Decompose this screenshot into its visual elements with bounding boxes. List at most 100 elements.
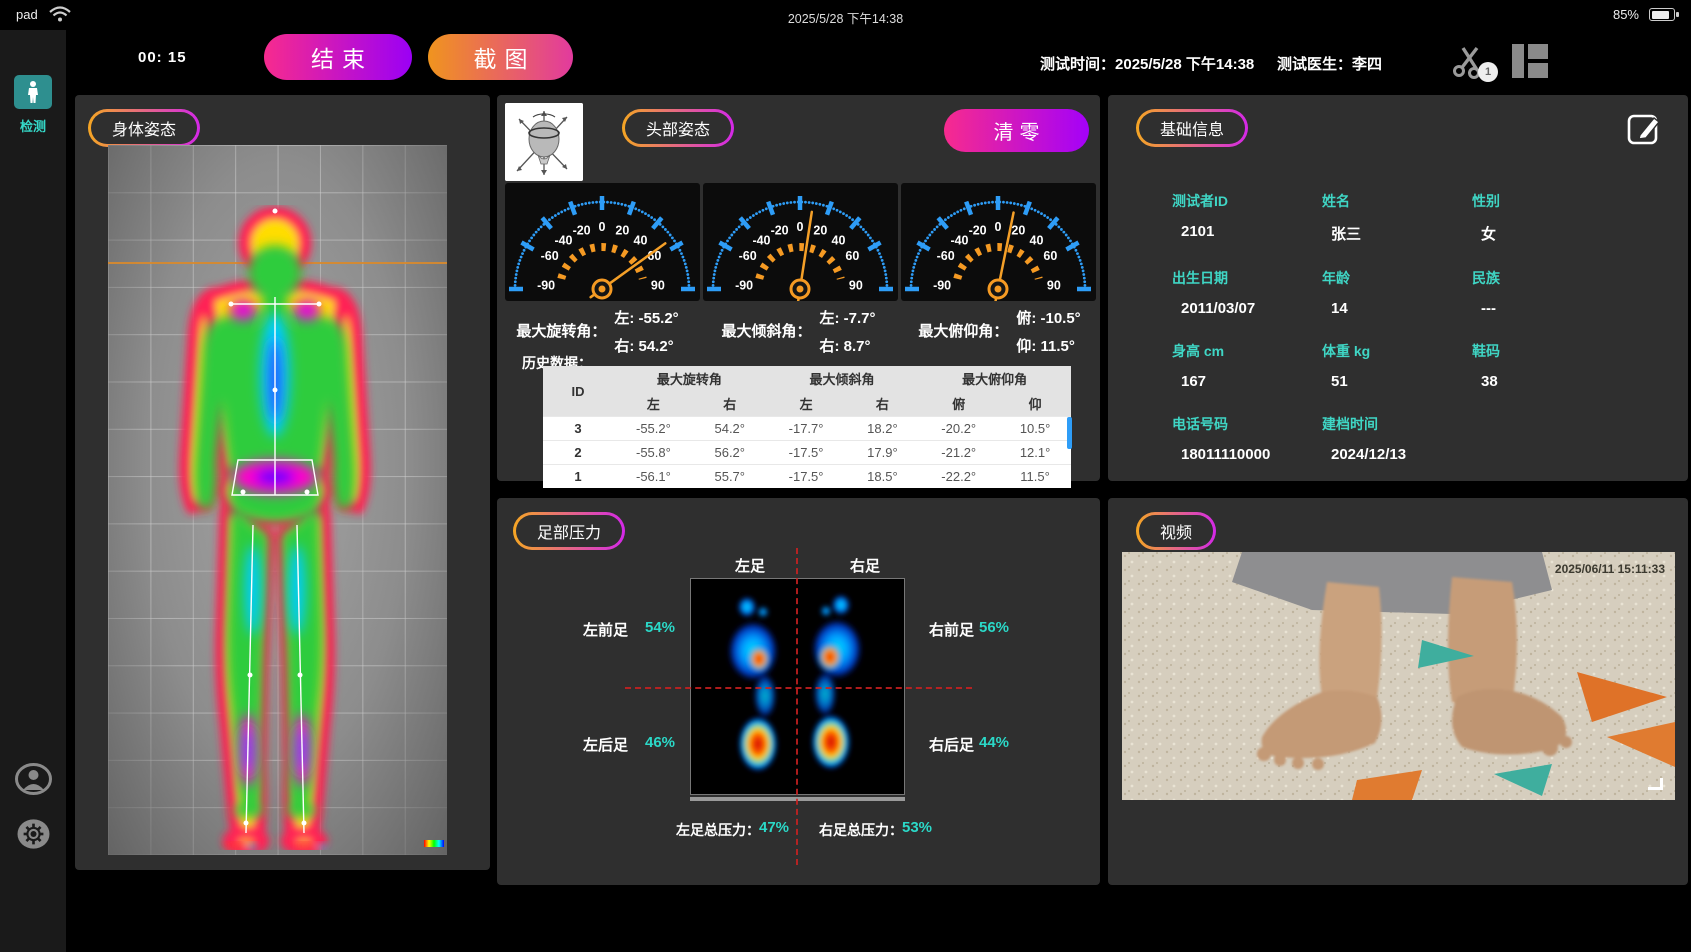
field-gender: 性别女 (1472, 191, 1632, 244)
table-row: 3 -55.2° 54.2° -17.7° 18.2° -20.2° 10.5° (543, 417, 1071, 441)
end-button[interactable]: 结束 (264, 34, 412, 80)
battery-icon (1649, 8, 1675, 21)
video-panel: 视频 (1108, 498, 1688, 885)
history-table: ID 最大旋转角 最大倾斜角 最大俯仰角 左 右 左 右 俯 仰 3 -55.2 (543, 366, 1071, 488)
subcol: 右 (694, 391, 766, 417)
video-frame: 2025/06/11 15:11:33 (1122, 552, 1675, 800)
svg-text:40: 40 (634, 233, 648, 247)
body-heatmap-view (108, 145, 447, 855)
head-posture-title-pill: 头部姿态 (622, 109, 734, 147)
field-tester-id: 测试者ID2101 (1172, 191, 1322, 244)
rotation-right-value: 右: 54.2° (614, 335, 678, 356)
doctor-label: 测试医生： (1277, 56, 1352, 73)
reset-button[interactable]: 清零 (944, 109, 1089, 152)
table-scrollbar[interactable] (1067, 417, 1072, 449)
svg-text:90: 90 (1047, 278, 1061, 292)
svg-text:-20: -20 (969, 223, 987, 237)
tilt-stat: 最大倾斜角： 左: -7.7° 右: 8.7° (698, 307, 899, 356)
pitch-stat: 最大俯仰角： 俯: -10.5° 仰: 11.5° (899, 307, 1100, 356)
subcol: 左 (766, 391, 847, 417)
foot-pressure-title: 足部压力 (516, 515, 622, 547)
subcol: 右 (846, 391, 918, 417)
col-group-rotation: 最大旋转角 (613, 366, 766, 391)
svg-text:-40: -40 (752, 233, 770, 247)
svg-text:40: 40 (832, 233, 846, 247)
left-rearfoot-value: 46% (645, 734, 675, 751)
subcol: 仰 (999, 391, 1071, 417)
table-row: 2 -55.8° 56.2° -17.5° 17.9° -21.2° 12.1° (543, 441, 1071, 465)
field-ethnicity: 民族--- (1472, 268, 1632, 317)
layout-switch-button[interactable] (1512, 44, 1548, 78)
foot-pressure-panel: 足部压力 左足 右足 (497, 498, 1100, 885)
rotation-stat-label: 最大旋转角： (516, 320, 606, 356)
fullscreen-corner-icon[interactable] (1648, 778, 1663, 790)
test-time-label: 测试时间： (1040, 56, 1115, 73)
settings-gear-icon[interactable] (15, 818, 52, 850)
person-icon (25, 80, 41, 104)
battery-percent: 85% (1613, 7, 1639, 22)
screenshot-button[interactable]: 截图 (428, 34, 573, 80)
doctor-value: 李四 (1352, 56, 1382, 73)
right-rearfoot-value: 44% (979, 734, 1009, 751)
pitch-gauge: -90-60-40-20020406090 (901, 183, 1096, 301)
field-height: 身高 cm167 (1172, 341, 1322, 390)
svg-text:-60: -60 (937, 249, 955, 263)
video-title-pill: 视频 (1136, 512, 1216, 550)
left-foot-label: 左足 (735, 555, 765, 576)
right-forefoot-label: 右前足 (929, 619, 974, 640)
video-still-image (1122, 552, 1675, 800)
right-foot-label: 右足 (850, 555, 880, 576)
right-forefoot-value: 56% (979, 619, 1009, 636)
left-forefoot-label: 左前足 (583, 619, 628, 640)
app-root: pad 2025/5/28 下午14:38 85% 检测 (0, 0, 1691, 952)
left-total-value: 47% (759, 819, 789, 836)
field-shoe-size: 鞋码38 (1472, 341, 1632, 390)
body-posture-panel: 身体姿态 (75, 95, 490, 870)
pitch-down-value: 俯: -10.5° (1016, 307, 1080, 328)
head-stats-row: 最大旋转角： 左: -55.2° 右: 54.2° 最大倾斜角： 左: -7.7… (497, 307, 1100, 356)
head-posture-title: 头部姿态 (625, 112, 731, 144)
left-forefoot-value: 54% (645, 619, 675, 636)
pitch-up-value: 仰: 11.5° (1016, 335, 1080, 356)
field-birthdate: 出生日期2011/03/07 (1172, 268, 1322, 317)
body-posture-title-pill: 身体姿态 (88, 109, 200, 147)
svg-text:-40: -40 (950, 233, 968, 247)
col-id: ID (543, 366, 613, 417)
svg-text:60: 60 (845, 249, 859, 263)
svg-text:-90: -90 (735, 278, 753, 292)
status-time: 2025/5/28 下午14:38 (0, 8, 1691, 27)
basic-info-title-pill: 基础信息 (1136, 109, 1248, 147)
svg-text:-40: -40 (554, 233, 572, 247)
basic-info-panel: 基础信息 测试者ID2101 姓名张三 性别女 出生日期2011/03/07 年… (1108, 95, 1688, 481)
edit-icon[interactable] (1626, 110, 1662, 146)
field-phone: 电话号码18011110000 (1172, 414, 1322, 463)
basic-info-grid: 测试者ID2101 姓名张三 性别女 出生日期2011/03/07 年龄14 民… (1172, 191, 1652, 463)
sidebar-item-detect-label: 检测 (0, 116, 66, 135)
tilt-stat-label: 最大倾斜角： (721, 320, 811, 356)
vertical-divider-line (796, 548, 798, 865)
clip-count-badge: 1 (1478, 62, 1498, 82)
sidebar-item-detect[interactable] (14, 75, 52, 109)
test-time-value: 2025/5/28 下午14:38 (1115, 56, 1254, 73)
svg-text:40: 40 (1030, 233, 1044, 247)
svg-text:-20: -20 (573, 223, 591, 237)
color-legend (424, 840, 444, 847)
svg-text:20: 20 (615, 223, 629, 237)
head-posture-panel: 头部姿态 清零 -90-60-40-20020406090 -90-60-40-… (497, 95, 1100, 481)
svg-text:90: 90 (849, 278, 863, 292)
col-group-tilt: 最大倾斜角 (766, 366, 919, 391)
right-total-label: 右足总压力： (819, 820, 903, 840)
doctor: 测试医生：李四 (1277, 53, 1382, 74)
sidebar: 检测 (0, 30, 66, 952)
body-thermal-image (158, 205, 393, 850)
layout-icon (1512, 44, 1548, 78)
profile-icon[interactable] (15, 763, 52, 795)
video-title: 视频 (1139, 515, 1213, 547)
table-row: 1 -56.1° 55.7° -17.5° 18.5° -22.2° 11.5° (543, 465, 1071, 489)
field-age: 年龄14 (1322, 268, 1472, 317)
svg-text:20: 20 (1011, 223, 1025, 237)
body-posture-title: 身体姿态 (91, 112, 197, 144)
clip-tool-button[interactable]: 1 (1450, 42, 1494, 82)
svg-text:0: 0 (797, 220, 804, 234)
pitch-stat-label: 最大俯仰角： (918, 320, 1008, 356)
